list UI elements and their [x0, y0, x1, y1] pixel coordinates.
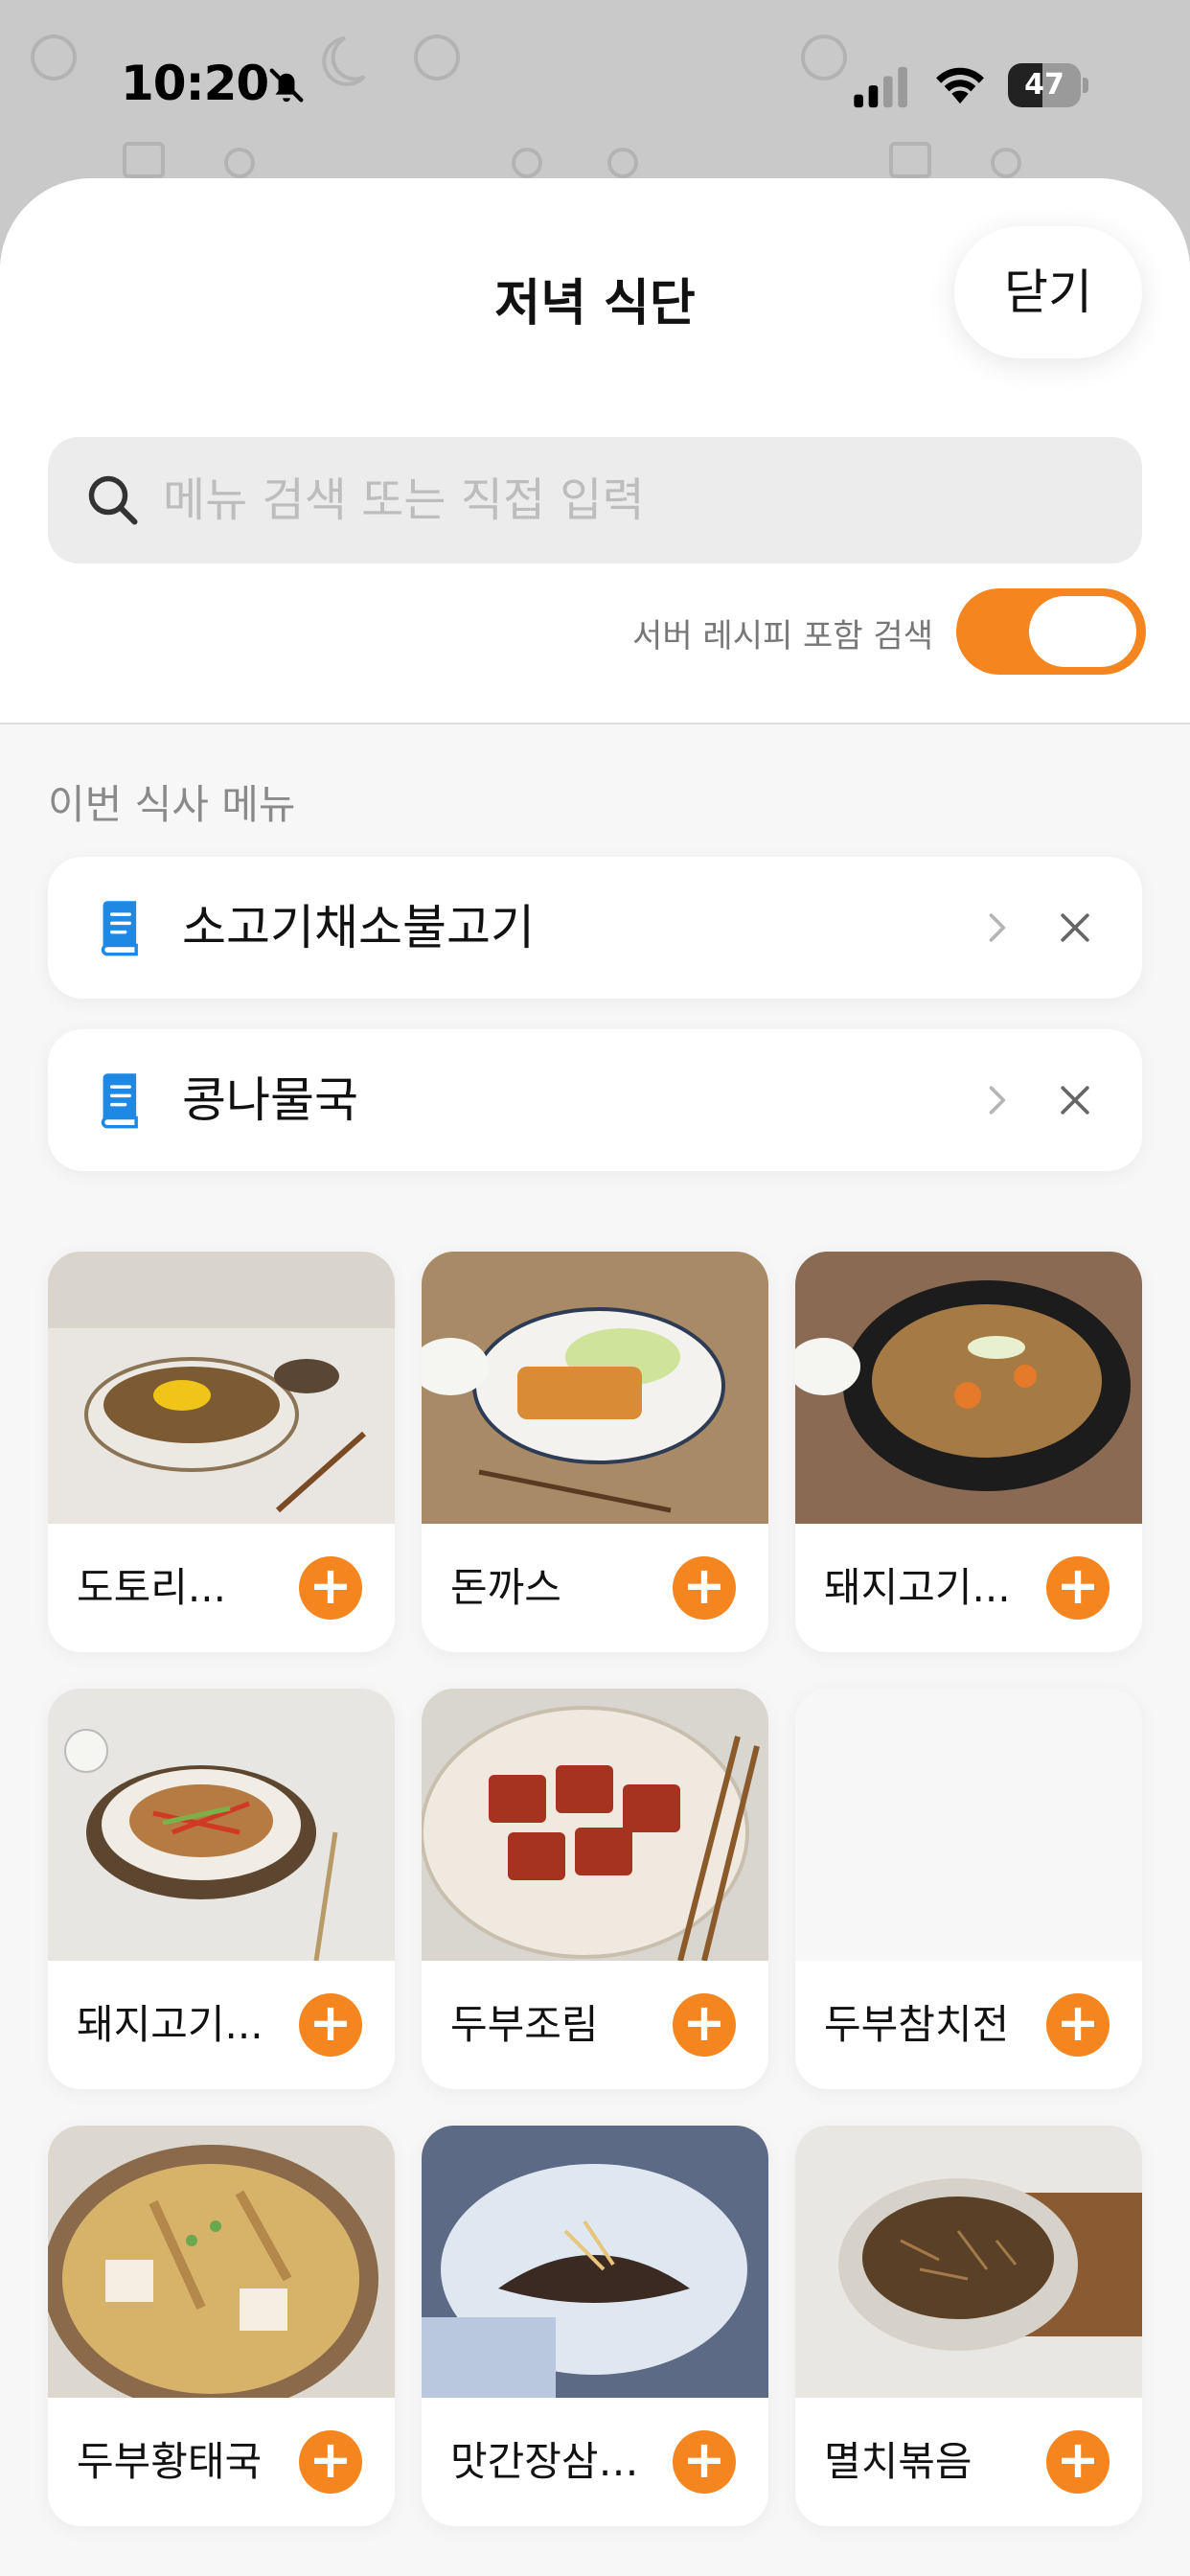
add-recipe-button[interactable]: +: [673, 1993, 736, 2057]
recipe-name: 돼지고기...: [77, 2001, 263, 2048]
recipe-name: 돈까스: [450, 1564, 561, 1611]
battery-indicator: 47: [1008, 63, 1088, 107]
battery-level: 47: [1024, 68, 1064, 102]
meal-item[interactable]: 콩나물국: [48, 1029, 1142, 1171]
status-bar: 10:20 47: [0, 0, 1190, 172]
close-button[interactable]: 닫기: [954, 226, 1142, 358]
recipe-name: 도토리...: [77, 1564, 226, 1611]
remove-icon[interactable]: [1054, 1079, 1096, 1121]
add-recipe-button[interactable]: +: [299, 1993, 362, 2057]
recipe-card[interactable]: 맛간장삼… +: [422, 2126, 768, 2526]
recipe-name: 두부황태국: [77, 2438, 263, 2485]
wifi-icon: [936, 67, 984, 104]
search-bar[interactable]: [48, 437, 1142, 564]
recipe-card[interactable]: 두부황태국 +: [48, 2126, 395, 2526]
document-icon: [101, 901, 138, 956]
recipe-photo: [422, 2126, 768, 2398]
remove-icon[interactable]: [1054, 907, 1096, 949]
current-meal-heading: 이번 식사 메뉴: [48, 781, 296, 828]
recipe-card[interactable]: 도토리... +: [48, 1252, 395, 1652]
chevron-right-icon[interactable]: [975, 1079, 1018, 1121]
recipe-card[interactable]: 돼지고기... +: [795, 1252, 1142, 1652]
server-recipe-toggle-label: 서버 레시피 포함 검색: [632, 617, 933, 656]
meal-item-name: 콩나물국: [182, 1072, 358, 1128]
add-recipe-button[interactable]: +: [299, 1556, 362, 1620]
sheet-header: 저녁 식단 닫기 서버 레시피 포함 검색: [0, 178, 1190, 724]
bell-muted-icon: [269, 68, 304, 103]
recipe-photo: [48, 1689, 395, 1961]
add-recipe-button[interactable]: +: [1046, 2430, 1110, 2494]
document-icon: [101, 1073, 138, 1129]
recipe-photo: [48, 2126, 395, 2398]
recipe-photo: [795, 1252, 1142, 1524]
recipe-card[interactable]: 두부조림 +: [422, 1689, 768, 2089]
add-recipe-button[interactable]: +: [1046, 1993, 1110, 2057]
search-input[interactable]: [163, 437, 1111, 564]
add-recipe-button[interactable]: +: [673, 2430, 736, 2494]
recipe-photo: [795, 2126, 1142, 2398]
recipe-card[interactable]: 멸치볶음 +: [795, 2126, 1142, 2526]
meal-item[interactable]: 소고기채소불고기: [48, 857, 1142, 999]
add-recipe-button[interactable]: +: [299, 2430, 362, 2494]
toggle-knob: [1029, 596, 1136, 667]
meal-sheet: 저녁 식단 닫기 서버 레시피 포함 검색 이번 식사 메뉴 소고기채소불고기: [0, 178, 1190, 2576]
search-icon: [88, 475, 138, 525]
recipe-name: 돼지고기...: [824, 1564, 1011, 1611]
recipe-name: 멸치볶음: [824, 2438, 973, 2485]
meal-item-name: 소고기채소불고기: [182, 900, 535, 955]
recipe-card[interactable]: 돼지고기... +: [48, 1689, 395, 2089]
recipe-name: 맛간장삼…: [450, 2438, 639, 2485]
chevron-right-icon[interactable]: [975, 907, 1018, 949]
recipe-name: 두부참치전: [824, 2001, 1010, 2048]
status-time: 10:20: [121, 56, 269, 111]
recipe-name: 두부조림: [450, 2001, 599, 2048]
add-recipe-button[interactable]: +: [1046, 1556, 1110, 1620]
recipe-photo: [422, 1252, 768, 1524]
recipe-card[interactable]: 두부참치전 +: [795, 1689, 1142, 2089]
recipe-photo-placeholder: [795, 1689, 1142, 1961]
cellular-signal-icon: [854, 66, 907, 108]
recipe-photo: [422, 1689, 768, 1961]
server-recipe-toggle[interactable]: [956, 588, 1146, 675]
recipe-card[interactable]: 돈까스 +: [422, 1252, 768, 1652]
add-recipe-button[interactable]: +: [673, 1556, 736, 1620]
recipe-photo: [48, 1252, 395, 1524]
